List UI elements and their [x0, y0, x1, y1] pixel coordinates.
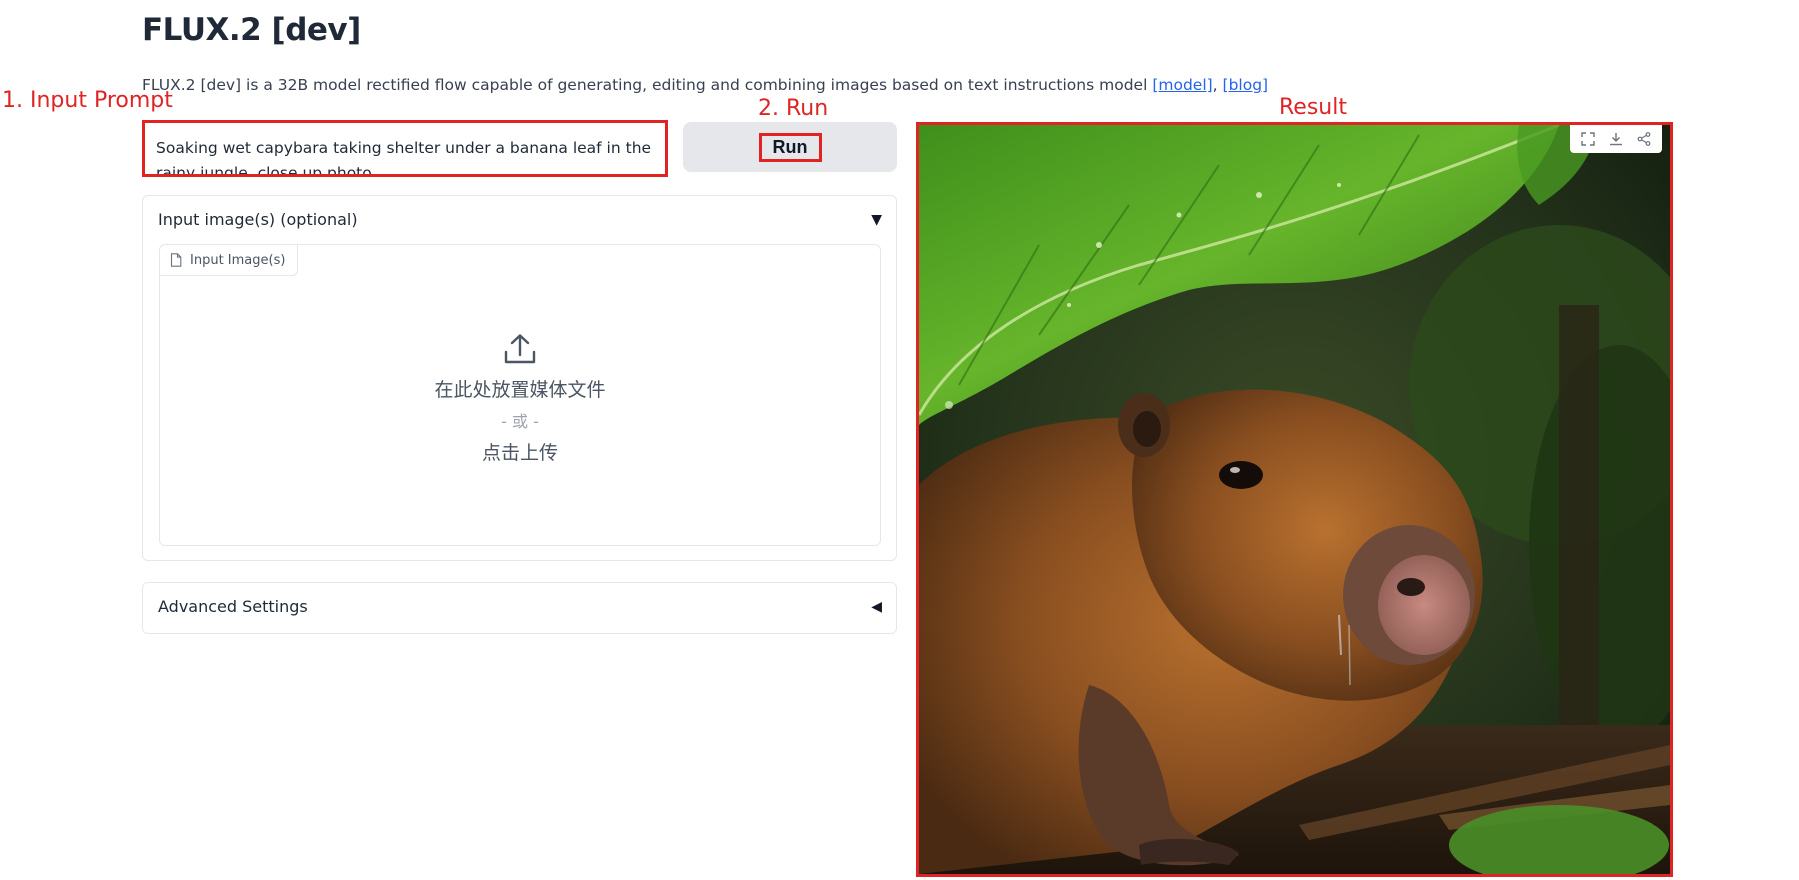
result-toolbar: [1570, 125, 1662, 153]
download-icon[interactable]: [1604, 127, 1628, 151]
result-panel: [916, 122, 1673, 877]
click-to-upload-text: 点击上传: [481, 442, 558, 464]
advanced-settings-accordion[interactable]: Advanced Settings ◀: [142, 582, 897, 634]
caret-down-icon: ▼: [871, 211, 882, 228]
model-link[interactable]: [model]: [1152, 76, 1212, 94]
fullscreen-icon[interactable]: [1576, 127, 1600, 151]
upload-icon: [503, 333, 537, 365]
page-title: FLUX.2 [dev]: [142, 12, 361, 48]
input-image-tab-label: Input Image(s): [190, 252, 286, 268]
run-button[interactable]: Run: [683, 122, 897, 172]
result-annotation: Result: [1279, 95, 1347, 120]
input-images-accordion: Input image(s) (optional) ▼ Input Image(…: [142, 195, 897, 561]
page-description: FLUX.2 [dev] is a 32B model rectified fl…: [142, 76, 1268, 94]
app-page: FLUX.2 [dev] FLUX.2 [dev] is a 32B model…: [0, 0, 1799, 880]
or-separator-text: - 或 -: [501, 412, 539, 431]
share-icon[interactable]: [1632, 127, 1656, 151]
input-image-tab: Input Image(s): [160, 245, 299, 276]
prompt-input[interactable]: [156, 136, 654, 176]
blog-link[interactable]: [blog]: [1223, 76, 1269, 94]
input-images-header[interactable]: Input image(s) (optional) ▼: [158, 210, 882, 229]
input-prompt-annotation: 1. Input Prompt: [2, 88, 173, 113]
advanced-settings-title: Advanced Settings: [158, 597, 308, 616]
run-button-label: Run: [758, 132, 822, 162]
image-upload-zone[interactable]: Input Image(s) 在此处放置媒体文件 - 或 - 点击上传: [159, 244, 881, 546]
caret-left-icon: ◀: [871, 598, 882, 615]
advanced-settings-header[interactable]: Advanced Settings ◀: [158, 597, 882, 616]
file-icon: [170, 253, 182, 267]
result-image: [919, 125, 1670, 874]
drop-media-text: 在此处放置媒体文件: [434, 379, 606, 401]
description-text: FLUX.2 [dev] is a 32B model rectified fl…: [142, 76, 1153, 94]
input-images-title: Input image(s) (optional): [158, 210, 358, 229]
run-annotation: 2. Run: [758, 96, 829, 121]
link-separator: ,: [1212, 76, 1223, 94]
prompt-container: [142, 120, 668, 176]
drop-area[interactable]: 在此处放置媒体文件 - 或 - 点击上传: [160, 333, 880, 465]
